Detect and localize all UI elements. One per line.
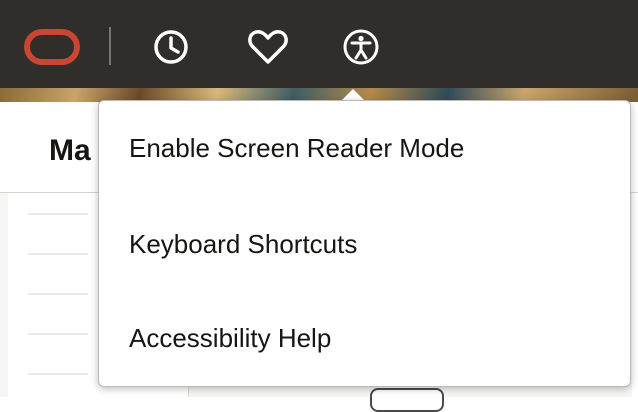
partial-control[interactable]: [370, 388, 444, 412]
accessibility-menu: Enable Screen Reader Mode Keyboard Short…: [98, 100, 631, 387]
header-divider: [109, 27, 111, 65]
page-title: Ma: [49, 134, 91, 167]
right-panel: [632, 193, 638, 397]
accessibility-icon[interactable]: [341, 27, 381, 67]
placeholder-line: [28, 333, 88, 335]
menu-item-enable-screen-reader[interactable]: Enable Screen Reader Mode: [129, 133, 464, 164]
oracle-logo[interactable]: [24, 29, 80, 65]
placeholder-line: [28, 373, 88, 375]
menu-item-accessibility-help[interactable]: Accessibility Help: [129, 323, 331, 354]
placeholder-line: [28, 293, 88, 295]
menu-item-keyboard-shortcuts[interactable]: Keyboard Shortcuts: [129, 229, 357, 260]
recent-history-icon[interactable]: [152, 28, 190, 66]
top-header-bar: [0, 0, 638, 88]
favorites-heart-icon[interactable]: [247, 28, 289, 66]
placeholder-line: [28, 213, 88, 215]
placeholder-line: [28, 253, 88, 255]
